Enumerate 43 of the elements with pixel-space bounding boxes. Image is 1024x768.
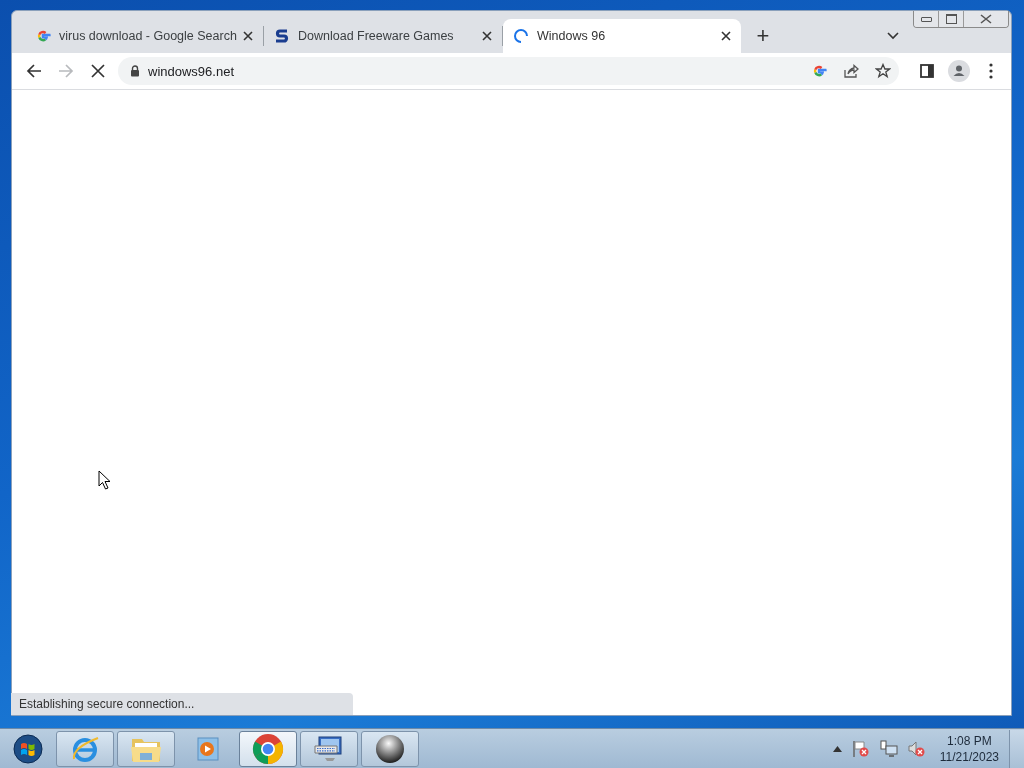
google-logo-icon xyxy=(35,28,51,44)
close-icon[interactable] xyxy=(243,31,253,41)
loading-spinner-icon xyxy=(513,28,529,44)
maximize-icon xyxy=(945,14,957,24)
media-player-icon xyxy=(194,735,220,762)
new-tab-button[interactable]: + xyxy=(749,19,777,53)
status-bubble: Establishing secure connection... xyxy=(11,693,353,715)
s-letter-logo-icon xyxy=(274,28,290,44)
browser-tab[interactable]: Windows 96 xyxy=(503,19,741,53)
taskbar-button[interactable] xyxy=(361,730,419,767)
chrome-logo-icon xyxy=(252,732,284,765)
clock[interactable]: 1:08 PM 11/21/2023 xyxy=(939,732,999,765)
taskbar-button[interactable] xyxy=(300,730,358,767)
minimize-icon xyxy=(920,16,932,22)
taskbar-button[interactable] xyxy=(239,730,297,767)
clock-time: 1:08 PM xyxy=(947,732,992,749)
lock-icon xyxy=(130,65,140,77)
muted-speaker-icon[interactable] xyxy=(907,739,926,758)
close-icon[interactable] xyxy=(482,31,492,41)
maximize-button[interactable] xyxy=(938,11,963,27)
browser-tab[interactable]: Download Freeware Games xyxy=(264,19,502,53)
mouse-pointer-icon xyxy=(98,470,111,490)
chevron-down-icon[interactable] xyxy=(887,32,899,40)
close-button[interactable] xyxy=(963,11,1008,27)
bookmark-star-icon[interactable] xyxy=(875,63,891,79)
close-icon[interactable] xyxy=(721,31,731,41)
clock-date: 11/21/2023 xyxy=(939,748,999,765)
tab-title: virus download - Google Search xyxy=(59,29,237,43)
profile-avatar-icon[interactable] xyxy=(945,57,973,85)
network-icon[interactable] xyxy=(879,739,898,758)
minimize-button[interactable] xyxy=(914,11,938,27)
share-icon[interactable] xyxy=(843,63,859,79)
tab-title: Windows 96 xyxy=(537,29,607,43)
browser-tab[interactable]: virus download - Google Search xyxy=(25,19,263,53)
google-logo-icon[interactable] xyxy=(811,63,827,79)
flag-icon[interactable] xyxy=(851,739,870,758)
metal-sphere-icon xyxy=(375,733,405,764)
url-text: windows96.net xyxy=(148,63,234,79)
computer-keyboard-icon xyxy=(313,733,345,764)
show-hidden-icons-icon[interactable] xyxy=(832,745,842,752)
tab-title: Download Freeware Games xyxy=(298,29,455,43)
close-icon xyxy=(979,14,993,24)
address-bar[interactable]: windows96.net xyxy=(118,57,899,85)
